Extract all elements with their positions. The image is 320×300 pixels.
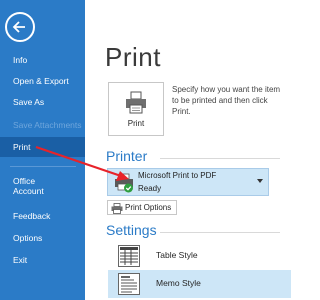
memo-style-option[interactable]: Memo Style <box>108 270 291 298</box>
print-button-label: Print <box>127 119 145 128</box>
print-options-icon <box>111 203 123 214</box>
printer-heading-rule <box>160 158 280 159</box>
print-description: Specify how you want the item to be prin… <box>172 85 281 116</box>
backstage-sidebar: Info Open & Export Save As Save Attachme… <box>0 0 85 300</box>
sidebar-item-save-attachments: Save Attachments <box>13 120 82 130</box>
sidebar-item-feedback[interactable]: Feedback <box>0 206 85 226</box>
printer-dropdown[interactable]: Microsoft Print to PDF Ready <box>107 168 269 196</box>
settings-heading: Settings <box>106 222 157 238</box>
table-style-option[interactable]: Table Style <box>108 242 291 270</box>
printer-icon <box>126 91 146 114</box>
printer-heading: Printer <box>106 148 148 164</box>
settings-heading-rule <box>160 232 280 233</box>
print-options-label: Print Options <box>125 203 172 212</box>
sidebar-item-exit[interactable]: Exit <box>0 250 85 270</box>
table-style-label: Table Style <box>156 250 198 260</box>
printer-name: Microsoft Print to PDF <box>138 171 217 180</box>
sidebar-item-open-export[interactable]: Open & Export <box>0 71 85 91</box>
table-style-icon <box>118 245 140 267</box>
sidebar-item-office-account[interactable]: Office Account <box>0 173 85 199</box>
dropdown-arrow-icon <box>257 179 263 183</box>
print-button[interactable]: Print <box>108 82 164 136</box>
memo-style-label: Memo Style <box>156 278 201 288</box>
page-title: Print <box>105 42 161 72</box>
print-options-button[interactable]: Print Options <box>107 200 177 215</box>
printer-ready-icon <box>114 173 134 198</box>
sidebar-item-print[interactable]: Print <box>0 137 85 157</box>
sidebar-item-options[interactable]: Options <box>0 228 85 248</box>
printer-status: Ready <box>138 184 162 193</box>
back-arrow-icon <box>12 21 25 33</box>
memo-style-icon <box>118 273 140 295</box>
sidebar-divider <box>10 166 76 167</box>
sidebar-item-info[interactable]: Info <box>0 50 85 70</box>
sidebar-item-save-as[interactable]: Save As <box>0 92 85 112</box>
back-button[interactable] <box>5 12 35 42</box>
